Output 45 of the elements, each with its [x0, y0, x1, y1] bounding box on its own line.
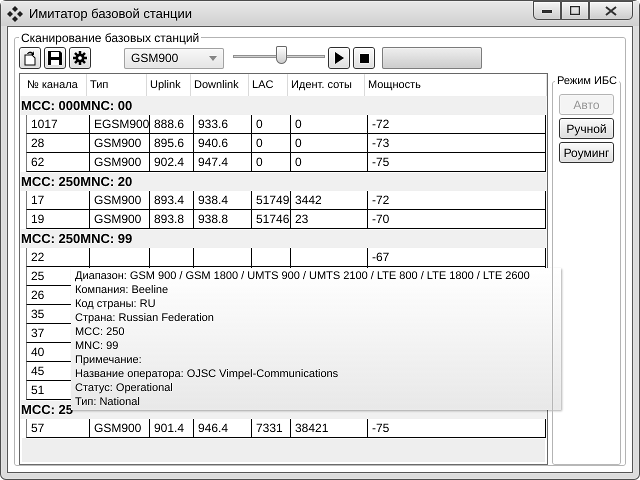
table-cell: 1017 [27, 115, 90, 133]
table-cell: 893.4 [150, 191, 194, 209]
table-cell: GSM900 [90, 419, 150, 437]
table-cell: 895.6 [150, 134, 194, 152]
table-cell: GSM900 [90, 134, 150, 152]
table-cell: 23 [291, 210, 368, 228]
table-cell: 51746 [252, 210, 291, 228]
table-cell: 902.4 [150, 153, 194, 171]
table-cell: 62 [27, 153, 90, 171]
table-cell: 57 [27, 419, 90, 437]
table-cell: EGSM900 [90, 115, 150, 133]
table-cell: -75 [368, 153, 546, 171]
table-cell: 3442 [291, 191, 368, 209]
table-cell: GSM900 [90, 153, 150, 171]
table-cell: GSM900 [90, 210, 150, 228]
table-cell: 0 [252, 153, 291, 171]
table-cell: 938.4 [194, 191, 252, 209]
table-cell: 947.4 [194, 153, 252, 171]
table-cell: 901.4 [150, 419, 194, 437]
table-cell: 940.6 [194, 134, 252, 152]
table-cell: 0 [252, 134, 291, 152]
table-cell: 22 [27, 248, 90, 266]
table-cell: 17 [27, 191, 90, 209]
table-cell: 946.4 [194, 419, 252, 437]
table-cell: -72 [368, 115, 546, 133]
window-title: Имитатор базовой станции [29, 4, 192, 23]
table-cell: -72 [368, 191, 546, 209]
table-cell: 19 [27, 210, 90, 228]
table-cell: GSM900 [90, 191, 150, 209]
table-cell: 938.8 [194, 210, 252, 228]
table-cell: -67 [368, 248, 546, 266]
table-cell: 38421 [291, 419, 368, 437]
table-cell: -75 [368, 419, 546, 437]
table-cell: 0 [291, 134, 368, 152]
table-cell: 7331 [252, 419, 291, 437]
table-cell: 0 [252, 115, 291, 133]
table-cell: 933.6 [194, 115, 252, 133]
table-cell: 51749 [252, 191, 291, 209]
table-cell: 28 [27, 134, 90, 152]
table-cell: 893.8 [150, 210, 194, 228]
table-cell: -70 [368, 210, 546, 228]
table-cell: -73 [368, 134, 546, 152]
table-cell: 0 [291, 115, 368, 133]
table-cell: 0 [291, 153, 368, 171]
table-cell: 888.6 [150, 115, 194, 133]
